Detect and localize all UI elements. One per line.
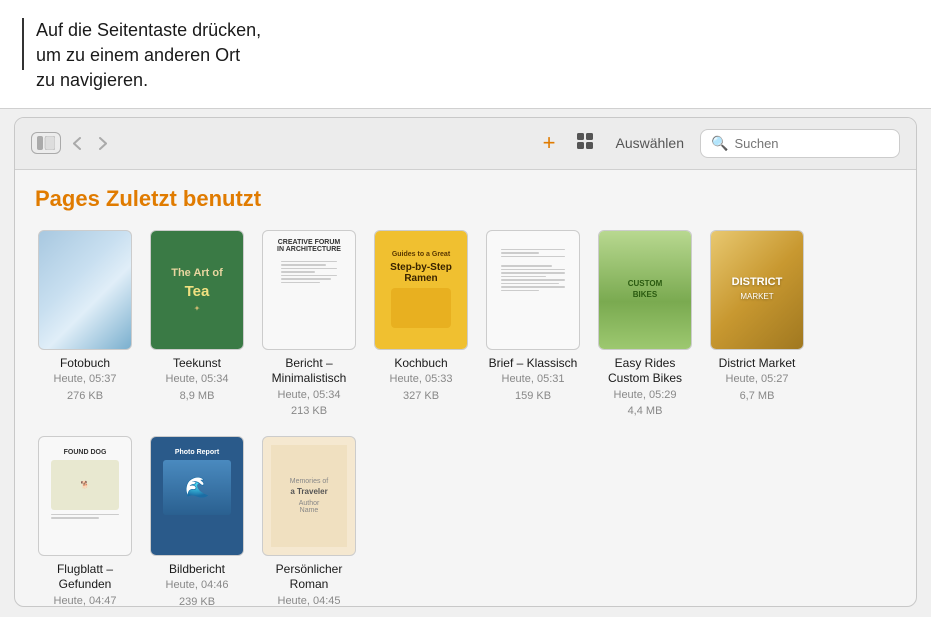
doc-item-easyrides[interactable]: CUSTOMBIKES Easy Rides Custom BikesHeute… bbox=[595, 230, 695, 420]
select-button[interactable]: Auswählen bbox=[610, 131, 691, 155]
doc-name-flugblatt: Flugblatt – Gefunden bbox=[35, 562, 135, 593]
doc-name-kochbuch: Kochbuch bbox=[394, 356, 447, 372]
section-title: Pages Zuletzt benutzt bbox=[35, 186, 896, 212]
doc-name-bildbericht: Bildbericht bbox=[169, 562, 225, 578]
doc-item-teekunst[interactable]: The Art of Tea ✦ TeekunstHeute, 05:348,9… bbox=[147, 230, 247, 420]
doc-item-fotobuch[interactable]: FotobuchHeute, 05:37276 KB bbox=[35, 230, 135, 420]
add-document-button[interactable]: + bbox=[539, 130, 560, 156]
doc-item-bericht[interactable]: CREATIVE FORUMIN ARCHITECTURE Bericht – … bbox=[259, 230, 359, 420]
doc-meta-bericht: Heute, 05:34213 KB bbox=[278, 387, 341, 420]
doc-item-bildbericht[interactable]: Photo Report 🌊 BildberichtHeute, 04:4623… bbox=[147, 436, 247, 606]
doc-meta-roman: Heute, 04:45321 KB bbox=[278, 593, 341, 606]
search-icon: 🔍 bbox=[711, 135, 728, 152]
doc-name-easyrides: Easy Rides Custom Bikes bbox=[595, 356, 695, 387]
doc-item-kochbuch[interactable]: Guides to a Great Step-by-StepRamen Koch… bbox=[371, 230, 471, 420]
doc-name-teekunst: Teekunst bbox=[173, 356, 221, 372]
search-bar: 🔍 bbox=[700, 129, 900, 158]
toolbar: + Auswählen 🔍 bbox=[15, 118, 916, 170]
doc-name-roman: Persönlicher Roman bbox=[259, 562, 359, 593]
doc-meta-bildbericht: Heute, 04:46239 KB bbox=[166, 577, 229, 605]
doc-meta-teekunst: Heute, 05:348,9 MB bbox=[166, 371, 229, 404]
doc-name-district: District Market bbox=[719, 356, 796, 372]
doc-meta-district: Heute, 05:276,7 MB bbox=[726, 371, 789, 404]
back-button[interactable] bbox=[67, 133, 87, 154]
doc-meta-brief: Heute, 05:31159 KB bbox=[502, 371, 565, 404]
doc-meta-flugblatt: Heute, 04:47243 KB bbox=[54, 593, 117, 606]
search-input[interactable] bbox=[734, 136, 884, 151]
content-area: Pages Zuletzt benutzt FotobuchHeute, 05:… bbox=[15, 170, 916, 606]
doc-name-bericht: Bericht – Minimalistisch bbox=[259, 356, 359, 387]
doc-item-roman[interactable]: Memories of a Traveler AuthorName Persön… bbox=[259, 436, 359, 606]
sidebar-toggle-button[interactable] bbox=[31, 132, 61, 154]
toolbar-right: + Auswählen 🔍 bbox=[539, 128, 900, 159]
tooltip-area: Auf die Seitentaste drücken, um zu einem… bbox=[0, 0, 931, 109]
doc-item-brief[interactable]: Brief – KlassischHeute, 05:31159 KB bbox=[483, 230, 583, 420]
forward-button[interactable] bbox=[93, 133, 113, 154]
grid-view-button[interactable] bbox=[570, 128, 600, 159]
doc-name-fotobuch: Fotobuch bbox=[60, 356, 110, 372]
doc-meta-kochbuch: Heute, 05:33327 KB bbox=[390, 371, 453, 404]
document-grid: FotobuchHeute, 05:37276 KB The Art of Te… bbox=[35, 230, 896, 606]
tooltip-text: Auf die Seitentaste drücken, um zu einem… bbox=[36, 18, 907, 94]
doc-name-brief: Brief – Klassisch bbox=[489, 356, 578, 372]
doc-item-district[interactable]: DISTRICTMARKET District MarketHeute, 05:… bbox=[707, 230, 807, 420]
doc-meta-fotobuch: Heute, 05:37276 KB bbox=[54, 371, 117, 404]
tooltip-line-indicator bbox=[22, 18, 24, 70]
toolbar-left bbox=[31, 132, 113, 154]
doc-meta-easyrides: Heute, 05:294,4 MB bbox=[614, 387, 677, 420]
app-window: + Auswählen 🔍 Pages Zuletzt benutzt Foto… bbox=[14, 117, 917, 607]
doc-item-flugblatt[interactable]: FOUND DOG 🐕 Flugblatt – GefundenHeute, 0… bbox=[35, 436, 135, 606]
